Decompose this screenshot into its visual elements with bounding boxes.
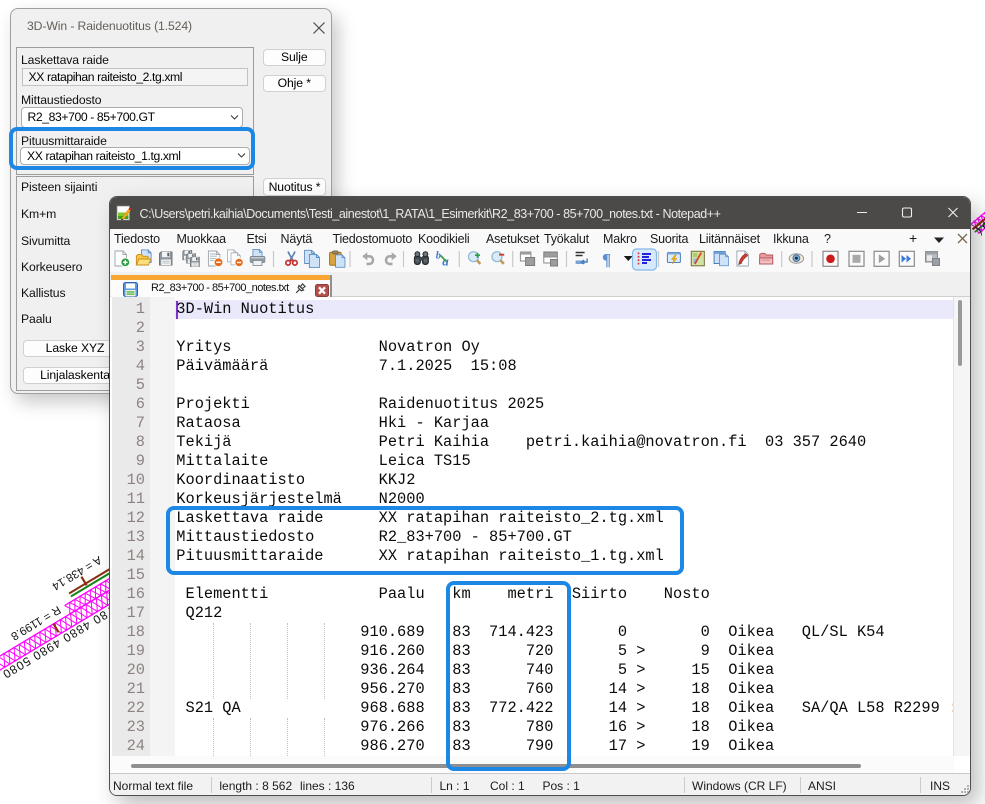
svg-text:0 (: 0 ( [974, 219, 985, 237]
svg-text:¶: ¶ [602, 250, 611, 269]
